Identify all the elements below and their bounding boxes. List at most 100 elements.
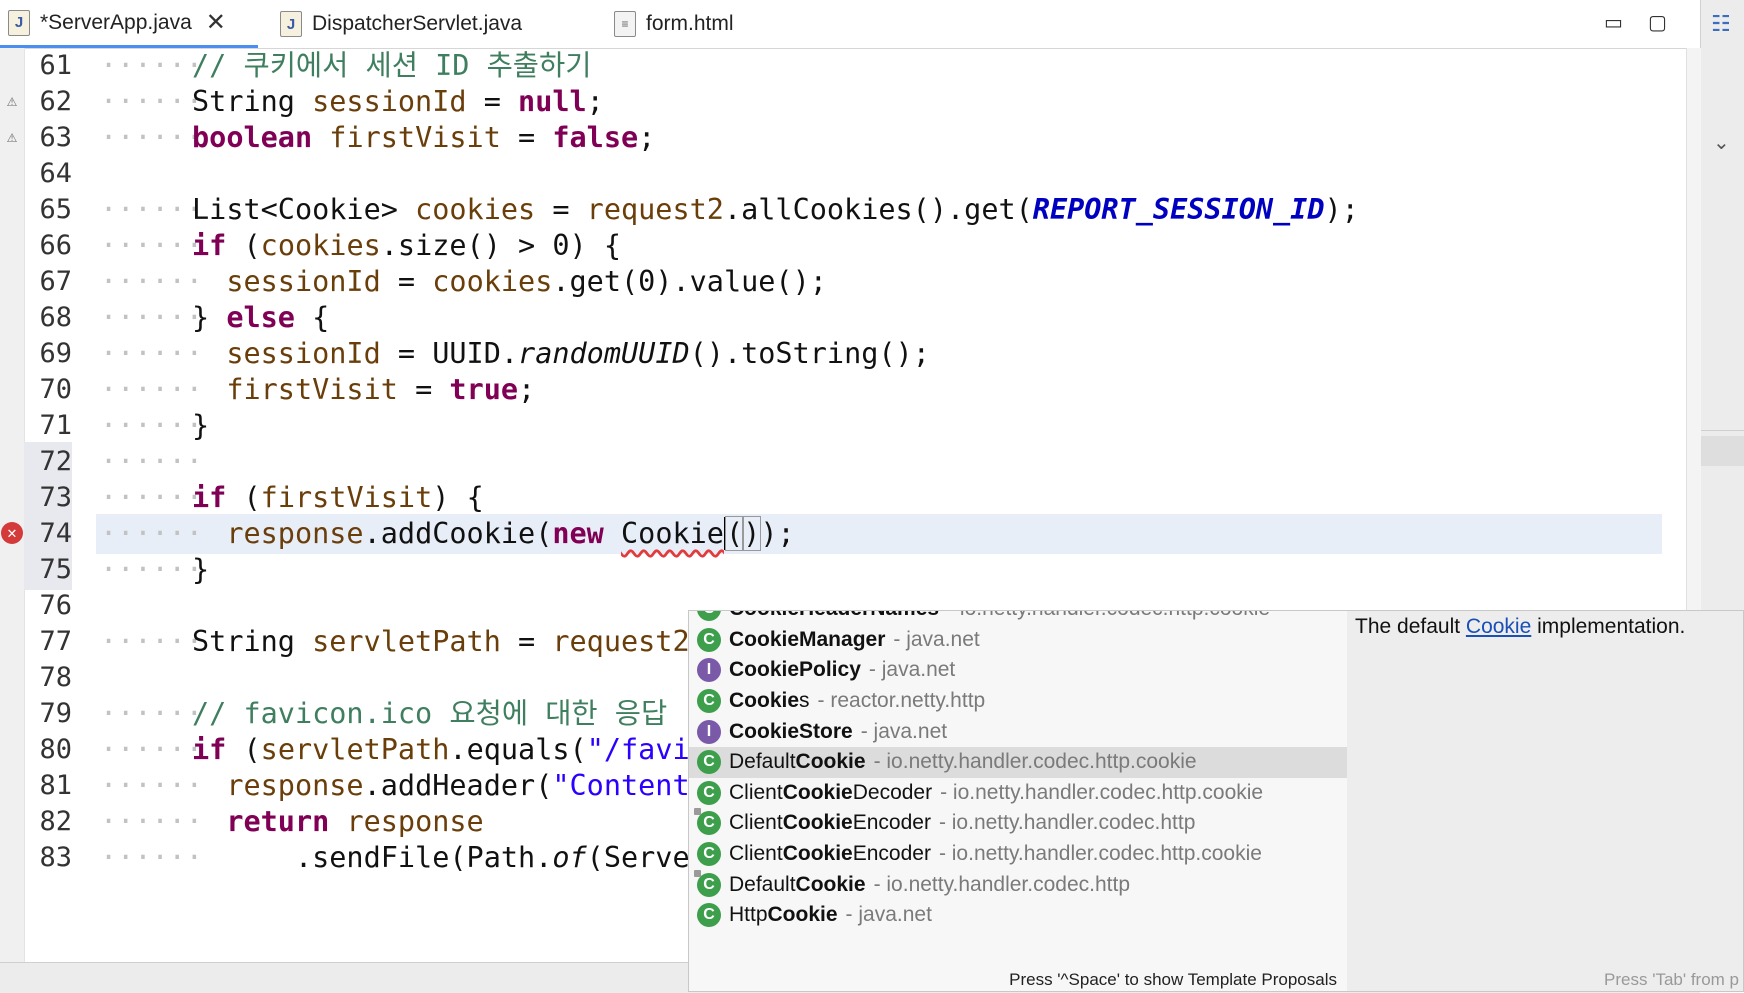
code-line-64[interactable]: 64 — [0, 154, 1686, 194]
proposal-item[interactable]: I CookiePolicy - java.net — [689, 655, 1347, 686]
line-number: 73 — [39, 482, 72, 513]
proposal-package: - reactor.netty.http — [817, 689, 986, 713]
code-text[interactable]: firstVisit = true; — [192, 370, 535, 410]
line-number: 65 — [39, 194, 72, 225]
java-file-icon: J — [8, 9, 30, 36]
code-text[interactable]: } else { — [192, 298, 329, 338]
code-text[interactable]: String servletPath = request2.g — [192, 622, 724, 662]
whitespace-markers: ······ — [100, 553, 203, 586]
code-text[interactable]: // 쿠키에서 세션 ID 추출하기 — [192, 48, 591, 86]
code-text[interactable]: if (servletPath.equals("/favico — [192, 730, 724, 770]
proposal-name: CookieStore — [729, 719, 853, 743]
class-icon: C — [694, 808, 721, 836]
minimize-icon[interactable]: ▭ — [1604, 10, 1623, 34]
whitespace-markers: ······ — [100, 697, 203, 730]
error-icon[interactable]: ✕ — [1, 522, 23, 544]
doc-text-after: implementation. — [1531, 615, 1686, 638]
whitespace-markers: ······ — [100, 265, 203, 298]
code-line-62[interactable]: ⚠ 62 ······ String sessionId = null; — [0, 82, 1686, 122]
code-text[interactable]: response.addCookie(new Cookie()); — [192, 514, 795, 554]
whitespace-markers: ······ — [100, 301, 203, 334]
line-number: 72 — [39, 446, 72, 477]
class-icon: C — [697, 780, 721, 805]
code-line-61[interactable]: 61 ······// 쿠키에서 세션 ID 추출하기 — [0, 48, 1686, 86]
warning-icon[interactable]: ⚠ — [1, 90, 23, 112]
whitespace-markers: ······ — [100, 625, 203, 658]
code-line-69[interactable]: 69 ······ sessionId = UUID.randomUUID().t… — [0, 334, 1686, 374]
code-text[interactable]: sessionId = UUID.randomUUID().toString()… — [192, 334, 930, 374]
code-line-71[interactable]: 71 ······} — [0, 406, 1686, 446]
tab-dispatcherservlet-java[interactable]: J DispatcherServlet.java — [272, 0, 592, 48]
line-number: 62 — [39, 86, 72, 117]
code-text[interactable]: if (cookies.size() > 0) { — [192, 226, 621, 266]
proposal-package: - java.net — [868, 658, 956, 682]
code-line-66[interactable]: 66 ······ if (cookies.size() > 0) { — [0, 226, 1686, 266]
proposal-item[interactable]: C CookieHeaderNames - io.netty.handler.cod… — [689, 611, 1347, 625]
proposal-item[interactable]: C ClientCookieEncoder - io.netty.handler.c… — [689, 808, 1347, 839]
code-text[interactable]: .sendFile(Path.of(ServerA — [192, 838, 724, 878]
maximize-icon[interactable]: ▢ — [1648, 10, 1667, 34]
proposal-item[interactable]: C ClientCookieDecoder - io.netty.handler.c… — [689, 778, 1347, 809]
line-number: 76 — [39, 590, 72, 621]
whitespace-markers: ······ — [100, 193, 203, 226]
proposal-item[interactable]: I CookieStore - java.net — [689, 716, 1347, 747]
code-line-74[interactable]: ✕ 74 ······ response.addCookie(new Cookie(… — [0, 514, 1686, 554]
proposal-item[interactable]: C ClientCookieEncoder - io.netty.handler.c… — [689, 839, 1347, 870]
whitespace-markers: ······ — [100, 229, 203, 262]
code-text[interactable]: return response — [192, 802, 483, 842]
whitespace-markers: ······ — [100, 805, 203, 838]
code-text[interactable]: // favicon.ico 요청에 대한 응답 — [192, 694, 667, 734]
template-proposals-hint: Press '^Space' to show Template Proposal… — [1009, 970, 1337, 989]
proposal-name: CookieManager — [729, 627, 886, 651]
code-line-73[interactable]: 73 ······ if (firstVisit) { — [0, 478, 1686, 518]
whitespace-markers: ······ — [100, 85, 203, 118]
proposal-list[interactable]: C CookieHeaderNames - io.netty.handler.cod… — [689, 611, 1348, 991]
line-number: 75 — [39, 554, 72, 585]
proposal-item[interactable]: C Cookies - reactor.netty.http — [689, 686, 1347, 717]
code-text[interactable]: if (firstVisit) { — [192, 478, 484, 518]
code-line-72[interactable]: 72 ······ — [0, 442, 1686, 482]
code-text[interactable]: response.addHeader("Content-T — [192, 766, 724, 806]
code-text[interactable]: sessionId = cookies.get(0).value(); — [192, 262, 827, 302]
code-line-63[interactable]: ⚠ 63 ······ boolean firstVisit = false; — [0, 118, 1686, 158]
line-number: 78 — [39, 662, 72, 693]
proposal-name: DefaultCookie — [729, 750, 866, 774]
code-line-65[interactable]: 65 ······ List<Cookie> cookies = request2.… — [0, 190, 1686, 230]
line-number: 69 — [39, 338, 72, 369]
proposal-package: - io.netty.handler.codec.http — [873, 872, 1131, 896]
proposal-name: CookiePolicy — [729, 658, 861, 682]
doc-link-cookie[interactable]: Cookie — [1466, 615, 1531, 638]
scroll-region[interactable] — [1701, 436, 1744, 466]
code-text[interactable]: List<Cookie> cookies = request2.allCooki… — [192, 190, 1359, 230]
content-assist-popup: C CookieHeaderNames - io.netty.handler.cod… — [688, 610, 1744, 992]
code-text[interactable]: String sessionId = null; — [192, 82, 604, 122]
code-text[interactable]: boolean firstVisit = false; — [192, 118, 655, 158]
code-text[interactable]: } — [192, 406, 209, 446]
chevron-down-icon[interactable]: ⌄ — [1713, 130, 1730, 154]
code-line-68[interactable]: 68 ······} else { — [0, 298, 1686, 338]
close-icon[interactable]: ✕ — [206, 8, 226, 37]
line-number: 68 — [39, 302, 72, 333]
proposal-item[interactable]: C HttpCookie - java.net — [689, 900, 1347, 931]
whitespace-markers: ······ — [100, 121, 203, 154]
line-number: 79 — [39, 698, 72, 729]
whitespace-markers: ······ — [100, 49, 203, 82]
proposal-item[interactable]: C DefaultCookie - io.netty.handler.codec.h… — [689, 747, 1347, 778]
tab-serverapp-java[interactable]: J *ServerApp.java ✕ — [0, 0, 258, 48]
code-text[interactable]: } — [192, 550, 209, 590]
code-line-67[interactable]: 67 ······ sessionId = cookies.get(0).valu… — [0, 262, 1686, 302]
tab-form-html[interactable]: ≡ form.html — [606, 0, 806, 48]
code-line-70[interactable]: 70 ······ firstVisit = true; — [0, 370, 1686, 410]
proposal-package: - io.netty.handler.codec.http.cookie — [940, 780, 1264, 804]
line-number: 61 — [39, 50, 72, 81]
warning-icon[interactable]: ⚠ — [1, 126, 23, 148]
proposal-item[interactable]: C CookieManager - java.net — [689, 625, 1347, 656]
proposal-name: DefaultCookie — [729, 872, 866, 896]
proposal-name: ClientCookieDecoder — [729, 780, 933, 804]
line-number: 71 — [39, 410, 72, 441]
line-number: 80 — [39, 734, 72, 765]
code-line-75[interactable]: 75 ······} — [0, 550, 1686, 590]
whitespace-markers: ······ — [100, 445, 203, 478]
outline-view-icon[interactable]: ☷ — [1711, 12, 1731, 37]
proposal-item[interactable]: C DefaultCookie - io.netty.handler.codec.h… — [689, 869, 1347, 900]
